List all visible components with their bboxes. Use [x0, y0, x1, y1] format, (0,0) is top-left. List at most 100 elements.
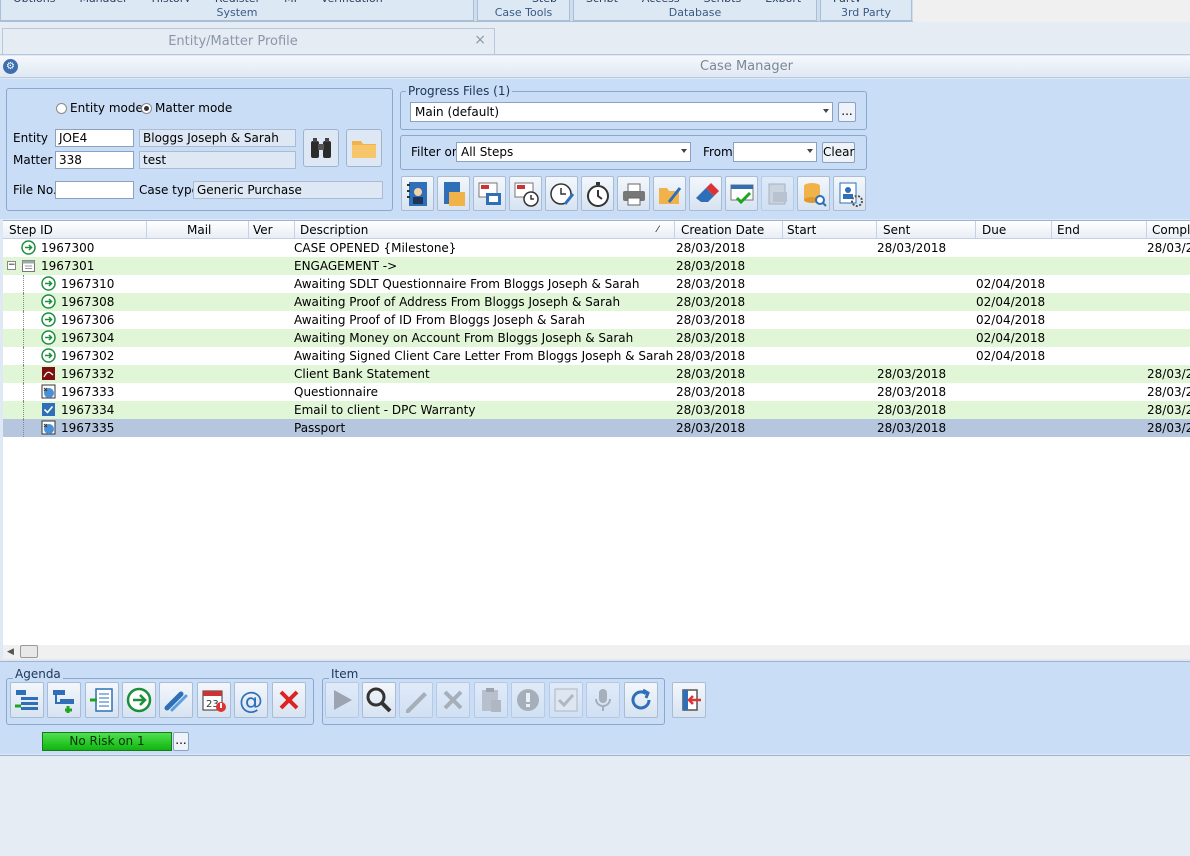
folder-edit-button[interactable] — [653, 176, 686, 211]
table-row[interactable]: 1967306 Awaiting Proof of ID From Bloggs … — [3, 311, 1190, 329]
item-complete-button[interactable] — [549, 682, 583, 718]
column-header-description[interactable]: Description — [300, 223, 368, 237]
calendar-alert-icon: 23 — [202, 690, 226, 712]
item-remove-button[interactable] — [436, 682, 470, 718]
step-id-cell: 1967304 — [61, 331, 115, 345]
search-binoculars-button[interactable] — [303, 129, 339, 167]
print-button[interactable] — [617, 176, 650, 211]
column-header-complete[interactable]: Complet — [1152, 223, 1190, 237]
steps-grid: Step ID Mail Ver Description ⁄ Creation … — [3, 220, 1190, 645]
approve-button[interactable] — [725, 176, 758, 211]
agenda-insert-button[interactable] — [47, 682, 81, 718]
app-icon[interactable]: ⚙ — [3, 59, 18, 74]
progress-file-value: Main (default) — [415, 105, 500, 119]
stopwatch-icon — [586, 181, 609, 207]
column-header-start[interactable]: Start — [787, 223, 816, 237]
clipboard-icon — [482, 688, 501, 712]
item-dictate-button[interactable] — [586, 682, 620, 718]
folder-contact-button[interactable] — [437, 176, 470, 211]
agenda-add-step-button[interactable] — [10, 682, 44, 718]
item-play-button[interactable] — [325, 682, 359, 718]
risk-more-button[interactable]: ... — [173, 732, 189, 751]
clear-button[interactable]: Clear — [822, 142, 855, 163]
complete-cell: 28/03/20 — [1147, 367, 1190, 381]
table-row[interactable]: 1967308 Awaiting Proof of Address From Bl… — [3, 293, 1190, 311]
step-arrow-icon — [21, 240, 36, 255]
item-alert-button[interactable] — [511, 682, 545, 718]
exit-button[interactable] — [672, 682, 706, 718]
folder-button[interactable] — [346, 129, 382, 167]
description-cell: CASE OPENED {Milestone} — [294, 241, 457, 255]
from-date-select[interactable] — [733, 142, 817, 162]
filter-label: Filter on — [411, 145, 460, 159]
step-arrow-icon — [41, 348, 56, 363]
description-cell: Awaiting Proof of Address From Bloggs Jo… — [294, 295, 621, 309]
database-search-icon — [803, 182, 827, 207]
column-header-due[interactable]: Due — [982, 223, 1006, 237]
column-header-end[interactable]: End — [1057, 223, 1080, 237]
column-header-ver[interactable]: Ver — [253, 223, 273, 237]
progress-files-title: Progress Files (1) — [406, 84, 513, 98]
item-edit-button[interactable] — [399, 682, 433, 718]
folder-pen-icon — [658, 186, 681, 204]
item-clipboard-button[interactable] — [474, 682, 508, 718]
due-cell: 02/04/2018 — [976, 295, 1046, 309]
agenda-email-button[interactable]: @ — [234, 682, 268, 718]
table-row[interactable]: 1967310 Awaiting SDLT Questionnaire From … — [3, 275, 1190, 293]
close-icon — [443, 690, 463, 710]
table-row[interactable]: 1967304 Awaiting Money on Account From Bl… — [3, 329, 1190, 347]
agenda-calendar-button[interactable]: 23 — [197, 682, 231, 718]
clock-edit-button[interactable] — [545, 176, 578, 211]
agenda-link-button[interactable] — [159, 682, 193, 718]
agenda-next-button[interactable] — [122, 682, 156, 718]
progress-more-button[interactable]: ... — [838, 102, 856, 122]
scroll-left-icon[interactable]: ◀ — [7, 647, 14, 657]
contact-book-button[interactable] — [401, 176, 434, 211]
table-row[interactable]: 1967300 CASE OPENED {Milestone} 28/03/2018… — [3, 239, 1190, 257]
table-row[interactable]: 1967333 Questionnaire 28/03/2018 28/03/2018… — [3, 383, 1190, 401]
table-row[interactable]: − 1967301 ENGAGEMENT -> 28/03/2018 — [3, 257, 1190, 275]
tab-entity-matter-profile[interactable]: Entity/Matter Profile × — [2, 28, 495, 54]
complete-cell: 28/03/20 — [1147, 385, 1190, 399]
table-row[interactable]: 1967335 Passport 28/03/2018 28/03/2018 28/03… — [3, 419, 1190, 437]
column-header-step-id[interactable]: Step ID — [9, 223, 53, 237]
scroll-thumb[interactable] — [20, 645, 38, 658]
item-refresh-button[interactable] — [624, 682, 658, 718]
fileno-label: File No. — [13, 183, 57, 197]
eraser-button[interactable] — [689, 176, 722, 211]
item-view-button[interactable] — [362, 682, 396, 718]
agenda-delete-button[interactable] — [272, 682, 306, 718]
pdf-button[interactable] — [761, 176, 794, 211]
entity-input[interactable]: JOE4 — [55, 129, 134, 147]
close-icon[interactable]: × — [474, 32, 486, 48]
due-cell: 02/04/2018 — [976, 331, 1046, 345]
clock-pen-icon — [549, 182, 574, 205]
stopwatch-button[interactable] — [581, 176, 614, 211]
table-row[interactable]: 1967302 Awaiting Signed Client Care Lette… — [3, 347, 1190, 365]
column-header-creation-date[interactable]: Creation Date — [681, 223, 764, 237]
column-header-sent[interactable]: Sent — [883, 223, 910, 237]
database-search-button[interactable] — [797, 176, 830, 211]
matter-mode-radio[interactable] — [141, 103, 152, 114]
matter-input[interactable]: 338 — [55, 151, 134, 169]
empty-area — [0, 755, 1190, 856]
description-cell: Email to client - DPC Warranty — [294, 403, 476, 417]
check-card-icon — [730, 184, 753, 204]
documents-button[interactable] — [473, 176, 506, 211]
horizontal-scrollbar[interactable]: ◀ — [3, 645, 1190, 659]
ribbon-group-label: Database — [668, 6, 722, 19]
creation-date-cell: 28/03/2018 — [676, 259, 746, 273]
contact-settings-button[interactable] — [833, 176, 866, 211]
fileno-input[interactable] — [55, 181, 134, 199]
casetype-label: Case type — [139, 183, 199, 197]
filter-select[interactable]: All Steps — [456, 142, 691, 162]
risk-status-badge[interactable]: No Risk on 1 — [42, 732, 172, 751]
column-header-mail[interactable]: Mail — [187, 223, 211, 237]
document-clock-button[interactable] — [509, 176, 542, 211]
entity-mode-radio[interactable] — [56, 103, 67, 114]
progress-file-select[interactable]: Main (default) — [410, 102, 833, 122]
table-row[interactable]: 1967334 Email to client - DPC Warranty 28/… — [3, 401, 1190, 419]
table-row[interactable]: 1967332 Client Bank Statement 28/03/2018 28… — [3, 365, 1190, 383]
collapse-icon[interactable]: − — [7, 261, 16, 270]
agenda-document-button[interactable] — [85, 682, 119, 718]
